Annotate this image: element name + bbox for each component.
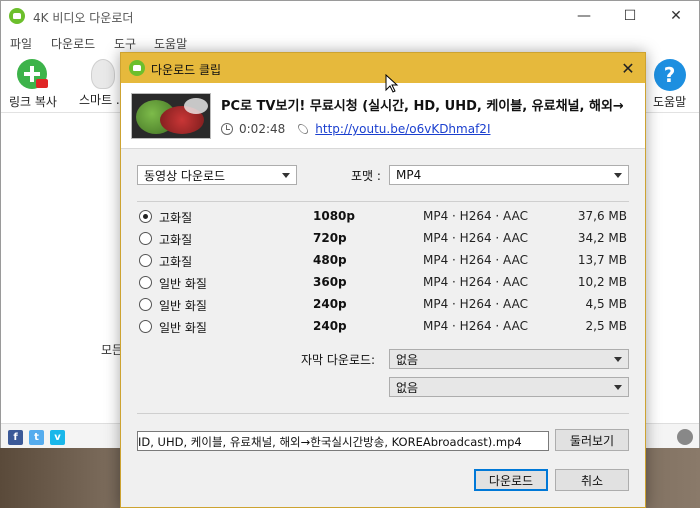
subtitle-value: 없음 xyxy=(396,352,419,367)
menu-tools[interactable]: 도구 xyxy=(114,35,136,52)
facebook-icon[interactable]: f xyxy=(8,430,23,445)
quality-resolution: 1080p xyxy=(313,209,355,223)
clip-duration: 0:02:48 xyxy=(239,122,286,136)
quality-size: 34,2 MB xyxy=(577,231,627,245)
dialog-title: 다운로드 클립 xyxy=(151,63,222,77)
quality-resolution: 360p xyxy=(313,275,347,289)
subtitle-label: 자막 다운로드: xyxy=(301,353,376,367)
subtitle-select[interactable]: 없음 xyxy=(389,349,629,369)
video-thumbnail xyxy=(131,93,211,139)
quality-size: 10,2 MB xyxy=(577,275,627,289)
menu-help[interactable]: 도움말 xyxy=(154,35,187,52)
quality-codec: MP4 · H264 · AAC xyxy=(423,231,528,245)
quality-radio[interactable] xyxy=(139,276,152,289)
quality-codec: MP4 · H264 · AAC xyxy=(423,275,528,289)
quality-option-row[interactable]: 일반 화질 240p MP4 · H264 · AAC 2,5 MB xyxy=(139,317,633,337)
help-label: 도움말 xyxy=(653,95,687,109)
quality-size: 2,5 MB xyxy=(585,319,627,333)
youtube-icon xyxy=(35,79,48,88)
format-value: MP4 xyxy=(396,168,422,182)
clip-info: PC로 TV보기! 무료시청 (실시간, HD, UHD, 케이블, 유료채널,… xyxy=(121,83,645,149)
download-clip-dialog: 다운로드 클립 ✕ PC로 TV보기! 무료시청 (실시간, HD, UHD, … xyxy=(120,52,646,508)
maximize-icon[interactable]: ☐ xyxy=(607,1,653,31)
quality-option-row[interactable]: 고화질 480p MP4 · H264 · AAC 13,7 MB xyxy=(139,251,633,271)
quality-option-row[interactable]: 일반 화질 360p MP4 · H264 · AAC 10,2 MB xyxy=(139,273,633,293)
quality-option-row[interactable]: 일반 화질 240p MP4 · H264 · AAC 4,5 MB xyxy=(139,295,633,315)
quality-label: 일반 화질 xyxy=(159,321,207,335)
format-label: 포맷 : xyxy=(351,169,381,183)
paste-link-button[interactable]: 링크 복사 xyxy=(9,59,57,110)
help-icon: ? xyxy=(653,59,686,91)
app-logo-icon xyxy=(9,8,25,24)
download-type-select[interactable]: 동영상 다운로드 xyxy=(137,165,297,185)
vimeo-icon[interactable]: v xyxy=(50,430,65,445)
cancel-button[interactable]: 취소 xyxy=(555,469,629,491)
quality-resolution: 480p xyxy=(313,253,347,267)
quality-radio[interactable] xyxy=(139,232,152,245)
download-type-value: 동영상 다운로드 xyxy=(144,168,226,183)
globe-icon[interactable] xyxy=(677,429,693,445)
app-logo-icon xyxy=(129,60,145,76)
quality-resolution: 240p xyxy=(313,319,347,333)
quality-radio[interactable] xyxy=(139,320,152,333)
save-path-input[interactable]: ID, UHD, 케이블, 유료채널, 해외→한국실시간방송, KOREAbro… xyxy=(137,431,549,451)
close-icon[interactable]: ✕ xyxy=(653,1,699,31)
subtitle-language-value: 없음 xyxy=(396,380,419,395)
quality-option-row[interactable]: 고화질 720p MP4 · H264 · AAC 34,2 MB xyxy=(139,229,633,249)
chevron-down-icon xyxy=(282,173,290,178)
quality-size: 4,5 MB xyxy=(585,297,627,311)
clip-url-link[interactable]: http://youtu.be/o6vKDhmaf2I xyxy=(315,122,490,136)
quality-label: 고화질 xyxy=(159,211,193,225)
twitter-icon[interactable]: t xyxy=(29,430,44,445)
quality-resolution: 240p xyxy=(313,297,347,311)
download-button[interactable]: 다운로드 xyxy=(474,469,548,491)
save-path-value: ID, UHD, 케이블, 유료채널, 해외→한국실시간방송, KOREAbro… xyxy=(138,435,522,449)
quality-codec: MP4 · H264 · AAC xyxy=(423,253,528,267)
clip-title: PC로 TV보기! 무료시청 (실시간, HD, UHD, 케이블, 유료채널,… xyxy=(221,99,624,114)
quality-size: 13,7 MB xyxy=(577,253,627,267)
chevron-down-icon xyxy=(614,385,622,390)
menu-download[interactable]: 다운로드 xyxy=(51,35,95,52)
quality-codec: MP4 · H264 · AAC xyxy=(423,209,528,223)
chevron-down-icon xyxy=(614,173,622,178)
help-button[interactable]: ? 도움말 xyxy=(653,59,686,110)
dialog-close-icon[interactable]: ✕ xyxy=(611,53,645,83)
paste-link-label: 링크 복사 xyxy=(9,95,57,109)
chevron-down-icon xyxy=(614,357,622,362)
quality-label: 일반 화질 xyxy=(159,277,207,291)
format-select[interactable]: MP4 xyxy=(389,165,629,185)
link-icon xyxy=(296,122,311,136)
quality-resolution: 720p xyxy=(313,231,347,245)
quality-label: 일반 화질 xyxy=(159,299,207,313)
quality-option-row[interactable]: 고화질 1080p MP4 · H264 · AAC 37,6 MB xyxy=(139,207,633,227)
quality-radio[interactable] xyxy=(139,210,152,223)
subtitle-language-select[interactable]: 없음 xyxy=(389,377,629,397)
divider xyxy=(137,201,629,202)
lightbulb-icon xyxy=(91,59,116,89)
menu-file[interactable]: 파일 xyxy=(10,35,32,52)
clock-icon xyxy=(221,123,233,135)
clip-meta: 0:02:48 http://youtu.be/o6vKDhmaf2I xyxy=(221,121,490,137)
quality-codec: MP4 · H264 · AAC xyxy=(423,297,528,311)
quality-label: 고화질 xyxy=(159,233,193,247)
quality-radio[interactable] xyxy=(139,298,152,311)
quality-label: 고화질 xyxy=(159,255,193,269)
quality-radio[interactable] xyxy=(139,254,152,267)
mouse-cursor-icon xyxy=(385,74,399,93)
divider xyxy=(137,413,629,414)
quality-size: 37,6 MB xyxy=(577,209,627,223)
app-title: 4K 비디오 다운로더 xyxy=(33,11,134,25)
minimize-icon[interactable]: — xyxy=(561,1,607,31)
app-titlebar: 4K 비디오 다운로더 — ☐ ✕ xyxy=(1,1,699,31)
browse-button[interactable]: 둘러보기 xyxy=(555,429,629,451)
dialog-titlebar: 다운로드 클립 ✕ xyxy=(121,53,645,83)
menubar: 파일 다운로드 도구 도움말 xyxy=(1,31,699,53)
quality-codec: MP4 · H264 · AAC xyxy=(423,319,528,333)
